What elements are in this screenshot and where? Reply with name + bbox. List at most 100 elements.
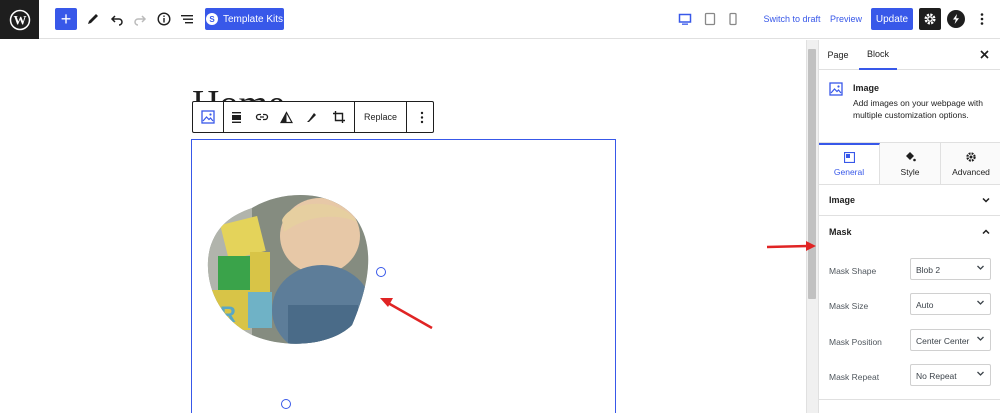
resize-handle-right[interactable] bbox=[376, 267, 386, 277]
preview-mobile-button[interactable] bbox=[726, 8, 740, 30]
masked-image[interactable]: R bbox=[192, 140, 617, 413]
crop-button[interactable] bbox=[324, 102, 354, 132]
mask-position-value: Center Center bbox=[916, 336, 970, 346]
details-button[interactable] bbox=[155, 8, 173, 30]
mask-repeat-select[interactable]: No Repeat bbox=[910, 364, 991, 386]
tab-advanced-label: Advanced bbox=[952, 166, 990, 177]
options-menu-button[interactable] bbox=[975, 8, 989, 30]
settings-button[interactable] bbox=[919, 8, 941, 30]
redo-icon bbox=[134, 15, 147, 26]
block-card-description: Add images on your webpage with multiple… bbox=[853, 98, 983, 120]
chevron-down-icon bbox=[982, 197, 990, 203]
link-button[interactable] bbox=[249, 102, 274, 132]
edit-tool-button[interactable] bbox=[84, 8, 102, 30]
template-kits-button[interactable]: S Template Kits bbox=[205, 8, 284, 30]
block-type-button[interactable] bbox=[193, 102, 223, 132]
svg-text:R: R bbox=[220, 302, 236, 327]
mask-size-label: Mask Size bbox=[829, 301, 869, 311]
bolt-icon bbox=[953, 14, 959, 24]
mask-size-select[interactable]: Auto bbox=[910, 293, 991, 315]
tab-block[interactable]: Block bbox=[859, 40, 897, 70]
more-vertical-icon bbox=[420, 111, 424, 123]
block-options-button[interactable] bbox=[407, 102, 437, 132]
mask-panel-title: Mask bbox=[829, 227, 852, 237]
undo-button[interactable] bbox=[108, 8, 126, 30]
chevron-down-icon bbox=[977, 371, 984, 376]
close-sidebar-button[interactable] bbox=[977, 47, 991, 61]
template-kits-label: Template Kits bbox=[222, 13, 284, 25]
preview-desktop-button[interactable] bbox=[677, 8, 693, 30]
crop-icon bbox=[333, 111, 345, 123]
mask-panel-header[interactable]: Mask bbox=[819, 217, 1000, 248]
editor-canvas[interactable]: Home R bbox=[0, 40, 806, 413]
contrast-triangle-icon bbox=[280, 110, 293, 123]
resize-handle-bottom[interactable] bbox=[281, 399, 291, 409]
preview-button[interactable]: Preview bbox=[830, 8, 862, 30]
align-icon bbox=[232, 111, 241, 123]
control-tabs: General Style Advanced bbox=[819, 143, 1000, 185]
mask-shape-label: Mask Shape bbox=[829, 266, 877, 276]
chevron-up-icon bbox=[982, 229, 990, 235]
template-kits-badge: S bbox=[205, 13, 218, 25]
tab-page[interactable]: Page bbox=[823, 40, 853, 70]
info-icon bbox=[157, 12, 171, 26]
svg-text:W: W bbox=[13, 12, 26, 27]
mask-position-select[interactable]: Center Center bbox=[910, 329, 991, 351]
mask-repeat-field: Mask Repeat No Repeat bbox=[819, 364, 1000, 392]
block-type-group bbox=[193, 102, 224, 132]
image-panel-title: Image bbox=[829, 195, 856, 205]
undo-icon bbox=[110, 15, 123, 26]
editor-top-bar: W + S Template Kits Switch to draft Prev… bbox=[0, 0, 1000, 39]
paint-bucket-icon bbox=[906, 151, 916, 161]
tab-general-label: General bbox=[833, 167, 865, 177]
mask-shape-field: Mask Shape Blob 2 bbox=[819, 258, 1000, 286]
redo-button[interactable] bbox=[131, 8, 149, 30]
canvas-scrollbar-thumb[interactable] bbox=[808, 49, 816, 299]
update-button[interactable]: Update bbox=[871, 8, 913, 30]
replace-button[interactable]: Replace bbox=[355, 102, 406, 132]
chevron-down-icon bbox=[977, 265, 984, 270]
replace-group: Replace bbox=[355, 102, 408, 132]
more-options-group bbox=[407, 102, 437, 132]
gear-icon bbox=[966, 151, 976, 162]
mask-shape-select[interactable]: Blob 2 bbox=[910, 258, 991, 280]
tab-general[interactable]: General bbox=[819, 143, 880, 184]
block-card: Image Add images on your webpage with mu… bbox=[819, 70, 1000, 143]
settings-sidebar: Page Block Image Add images on your webp… bbox=[818, 40, 1000, 413]
mask-repeat-value: No Repeat bbox=[916, 371, 957, 381]
image-block-icon bbox=[829, 82, 843, 96]
image-icon bbox=[201, 110, 215, 124]
wordpress-icon: W bbox=[9, 9, 30, 30]
close-icon bbox=[979, 49, 989, 59]
highlight-button[interactable] bbox=[299, 102, 324, 132]
mobile-icon bbox=[729, 12, 737, 26]
tab-advanced[interactable]: Advanced bbox=[941, 143, 1000, 184]
add-block-button[interactable]: + bbox=[55, 8, 77, 30]
preview-tablet-button[interactable] bbox=[702, 8, 718, 30]
image-panel-header[interactable]: Image bbox=[819, 185, 1000, 216]
chevron-down-icon bbox=[977, 300, 984, 305]
link-icon bbox=[255, 113, 268, 121]
marker-icon bbox=[307, 112, 316, 122]
sidebar-tabs: Page Block bbox=[819, 40, 1000, 70]
switch-to-draft-button[interactable]: Switch to draft bbox=[763, 8, 821, 30]
tab-style[interactable]: Style bbox=[880, 143, 941, 184]
tablet-icon bbox=[704, 12, 716, 26]
mask-size-field: Mask Size Auto bbox=[819, 293, 1000, 321]
image-block[interactable]: R bbox=[191, 139, 616, 413]
spectra-button[interactable] bbox=[947, 10, 965, 28]
align-button[interactable] bbox=[224, 102, 249, 132]
block-card-title: Image bbox=[853, 83, 880, 93]
wordpress-logo[interactable]: W bbox=[0, 0, 39, 39]
gear-icon bbox=[924, 13, 936, 25]
block-tools-group bbox=[224, 102, 355, 132]
duotone-button[interactable] bbox=[274, 102, 299, 132]
chevron-down-icon bbox=[977, 336, 984, 341]
list-view-button[interactable] bbox=[178, 8, 196, 30]
list-view-icon bbox=[181, 15, 193, 24]
mask-position-field: Mask Position Center Center bbox=[819, 329, 1000, 357]
mask-position-label: Mask Position bbox=[829, 337, 882, 347]
pencil-icon bbox=[88, 14, 98, 24]
mask-shape-value: Blob 2 bbox=[916, 265, 941, 275]
mask-repeat-label: Mask Repeat bbox=[829, 372, 880, 382]
